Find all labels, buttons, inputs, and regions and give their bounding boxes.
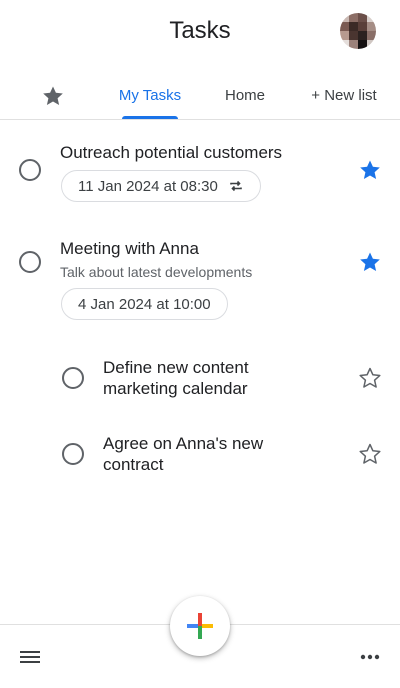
plus-icon (187, 613, 213, 639)
due-date: 4 Jan 2024 at 10:00 (78, 295, 211, 313)
more-horizontal-icon (360, 654, 380, 660)
star-icon[interactable] (358, 158, 382, 182)
tab-label: Home (224, 87, 265, 104)
subtask-title-line2: contract (103, 455, 164, 474)
complete-checkbox[interactable] (62, 443, 84, 465)
star-icon[interactable] (358, 250, 382, 274)
task-notes: Talk about latest developments (60, 264, 253, 280)
repeat-icon (228, 178, 244, 194)
subtask-item[interactable]: Define new content marketing calendar (0, 356, 400, 406)
hamburger-menu-icon (20, 651, 40, 663)
complete-checkbox[interactable] (19, 251, 41, 273)
tab-label: My Tasks (118, 87, 182, 104)
subtask-title-line2: marketing calendar (103, 379, 248, 398)
tab-label: + New list (311, 87, 377, 104)
menu-button[interactable] (18, 647, 42, 667)
tab-starred[interactable] (30, 72, 76, 119)
star-outline-icon[interactable] (358, 366, 382, 390)
list-tabs: My Tasks Home + New list (0, 72, 400, 120)
new-list-button[interactable]: + New list (300, 72, 388, 119)
task-item[interactable]: Outreach potential customers 11 Jan 2024… (0, 140, 400, 210)
star-outline-icon[interactable] (358, 442, 382, 466)
add-task-button[interactable] (170, 596, 230, 656)
complete-checkbox[interactable] (19, 159, 41, 181)
due-date-chip[interactable]: 11 Jan 2024 at 08:30 (61, 170, 261, 202)
tab-my-tasks[interactable]: My Tasks (108, 72, 192, 119)
tab-home[interactable]: Home (212, 72, 278, 119)
task-title: Outreach potential customers (60, 143, 283, 162)
app-header: Tasks (0, 0, 400, 64)
selected-tab-indicator (122, 116, 178, 119)
due-date-chip[interactable]: 4 Jan 2024 at 10:00 (61, 288, 228, 320)
task-title: Meeting with Anna (60, 239, 199, 258)
subtask-item[interactable]: Agree on Anna's new contract (0, 432, 400, 482)
more-options-button[interactable] (358, 647, 382, 667)
subtask-title-line1: Define new content (103, 358, 249, 377)
task-item[interactable]: Meeting with Anna Talk about latest deve… (0, 236, 400, 326)
avatar[interactable] (340, 13, 376, 49)
star-icon (43, 86, 63, 105)
complete-checkbox[interactable] (62, 367, 84, 389)
subtask-title-line1: Agree on Anna's new (103, 434, 264, 453)
due-date: 11 Jan 2024 at 08:30 (78, 177, 218, 195)
